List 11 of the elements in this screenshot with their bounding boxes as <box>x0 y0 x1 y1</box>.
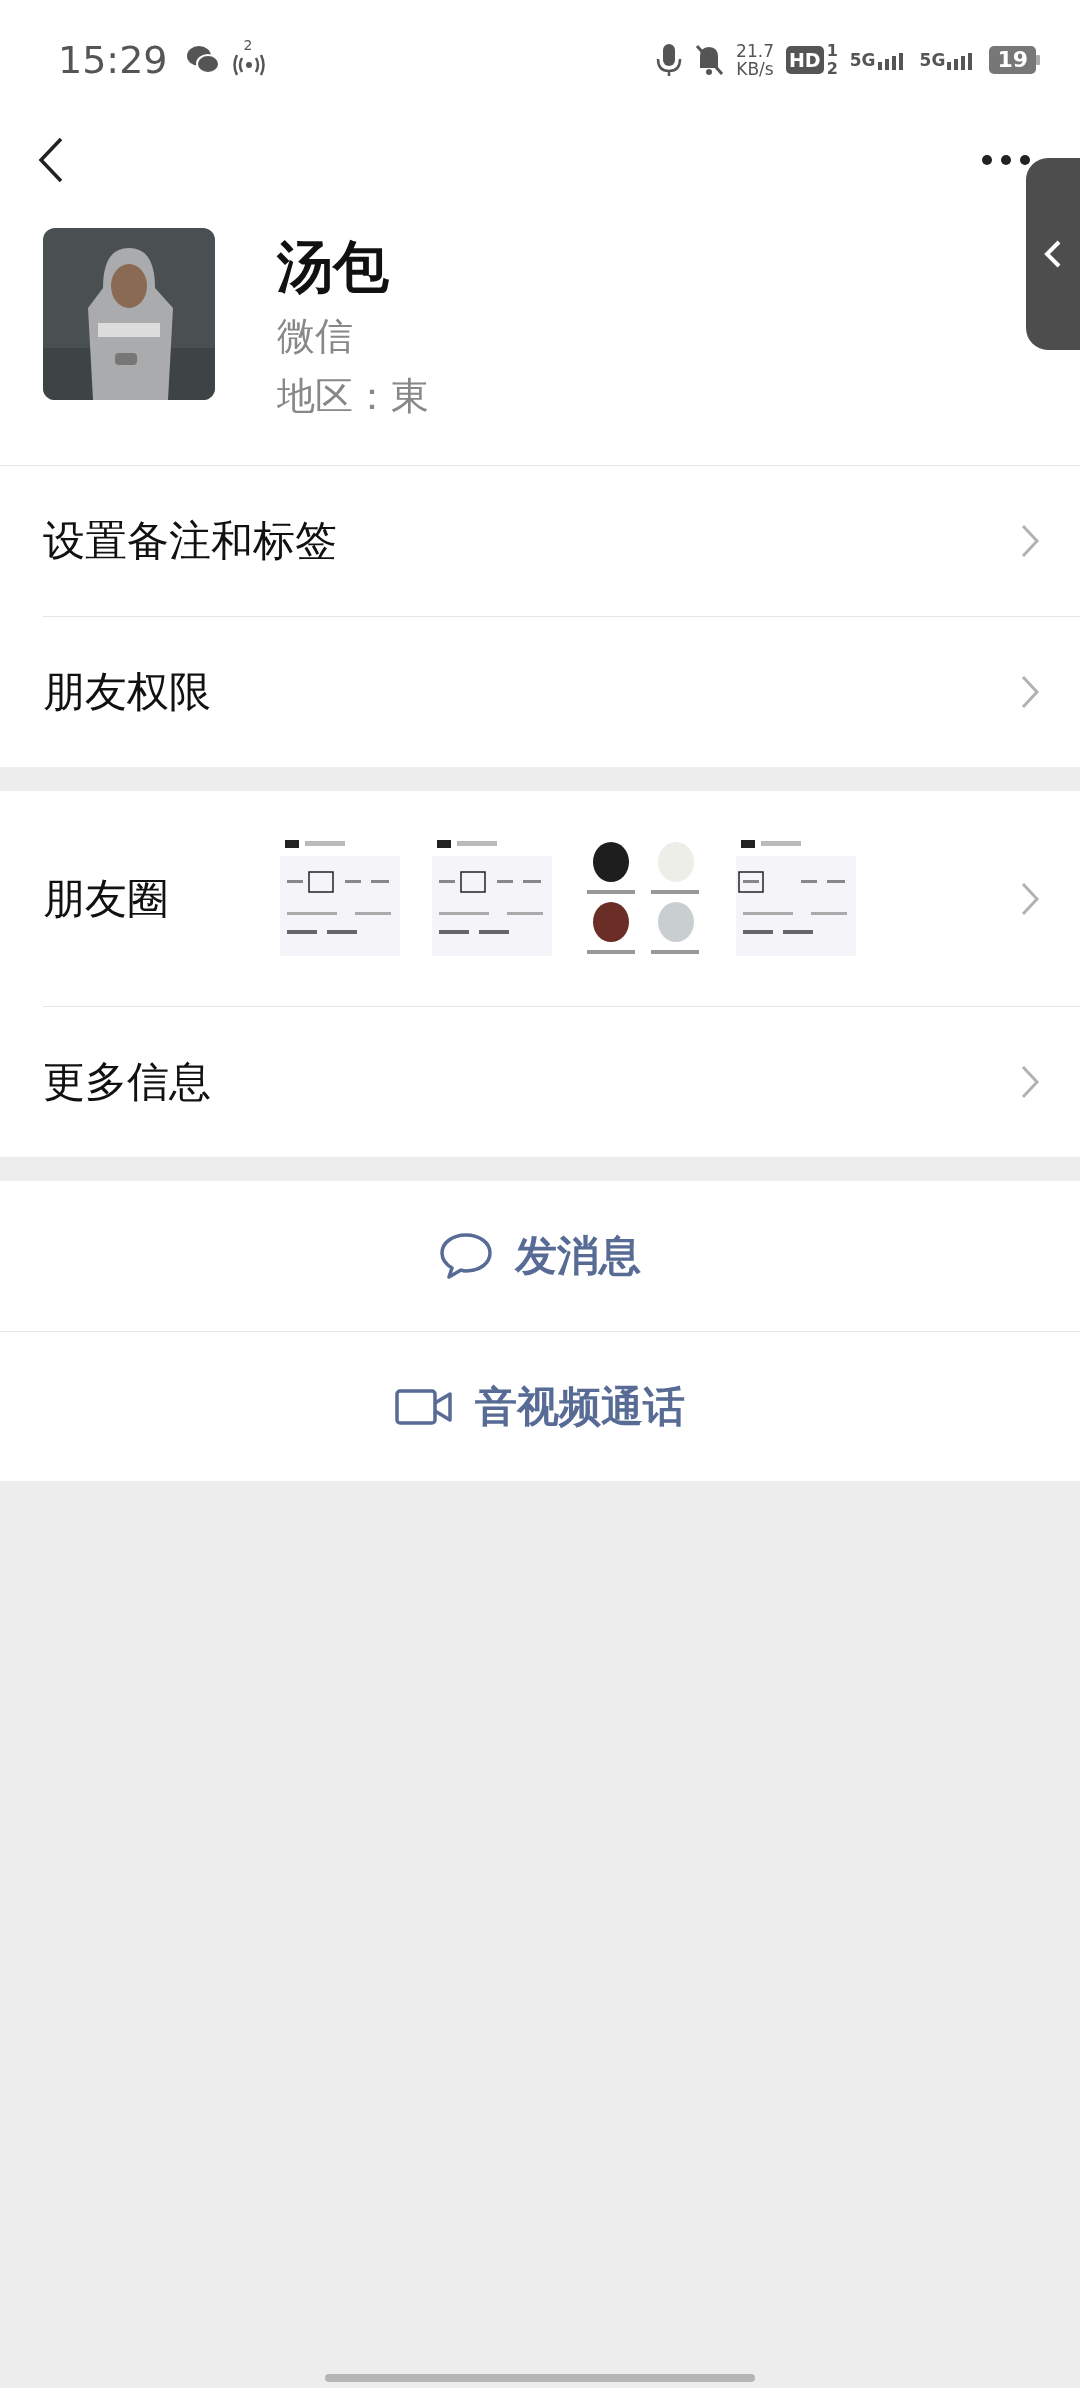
battery-level: 19 <box>989 46 1036 74</box>
clock: 15:29 <box>58 38 168 82</box>
network-label: 5G <box>919 50 946 70</box>
hd-badge: HD <box>785 46 824 74</box>
sim-label: 2 <box>826 60 838 78</box>
region: 地区：東 <box>277 373 429 420</box>
sim-label: 1 <box>826 42 838 60</box>
wechat-id: 微信 <box>277 313 354 360</box>
contact-name: 汤包 <box>277 233 390 301</box>
network-label: 5G <box>849 50 876 70</box>
network-speed: 21.7 KB/s <box>736 42 774 78</box>
